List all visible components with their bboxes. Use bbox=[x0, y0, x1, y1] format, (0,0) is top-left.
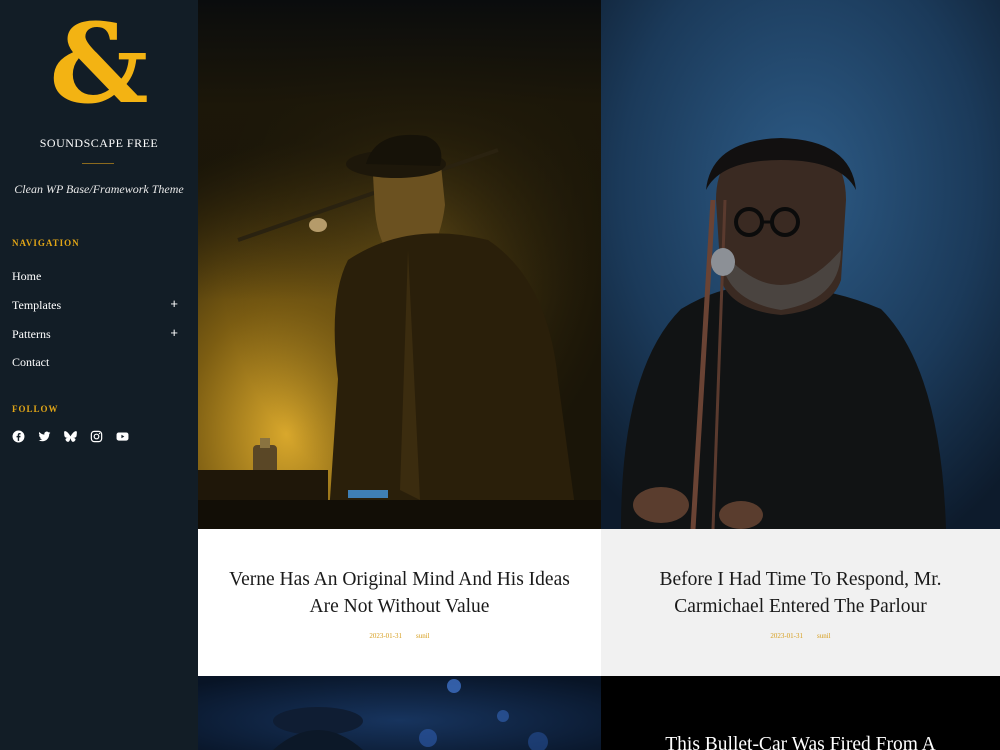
post-image-guitarist[interactable] bbox=[198, 0, 601, 529]
bluesky-icon[interactable] bbox=[64, 430, 77, 443]
post-card-2: Before I Had Time To Respond, Mr. Carmic… bbox=[601, 529, 1000, 676]
nav-item-label[interactable]: Patterns bbox=[12, 327, 51, 341]
main-navigation: Home Templates + Patterns + Contact bbox=[12, 268, 182, 383]
post-author[interactable]: sunil bbox=[817, 632, 831, 640]
instagram-icon[interactable] bbox=[90, 430, 103, 443]
post-author[interactable]: sunil bbox=[416, 632, 430, 640]
navigation-heading: NAVIGATION bbox=[12, 238, 80, 248]
post-date[interactable]: 2023-01-31 bbox=[369, 632, 402, 640]
post-title[interactable]: This Bullet-Car Was Fired From A bbox=[601, 733, 1000, 750]
submenu-toggle-icon[interactable]: + bbox=[170, 296, 178, 312]
submenu-toggle-icon[interactable]: + bbox=[170, 325, 178, 341]
twitter-icon[interactable] bbox=[38, 430, 51, 443]
facebook-icon[interactable] bbox=[12, 430, 25, 443]
post-image-bokeh[interactable] bbox=[198, 676, 601, 750]
nav-item-contact[interactable]: Contact bbox=[12, 354, 182, 383]
nav-item-home[interactable]: Home bbox=[12, 268, 182, 297]
nav-item-patterns[interactable]: Patterns + bbox=[12, 325, 182, 355]
site-tagline: Clean WP Base/Framework Theme bbox=[14, 182, 184, 196]
site-title[interactable]: SOUNDSCAPE FREE bbox=[0, 136, 198, 151]
site-logo[interactable]: & bbox=[0, 8, 198, 120]
post-meta: 2023-01-31 sunil bbox=[198, 632, 601, 640]
title-divider bbox=[82, 163, 114, 164]
post-meta: 2023-01-31 sunil bbox=[601, 632, 1000, 640]
post-title[interactable]: Verne Has An Original Mind And His Ideas… bbox=[198, 566, 601, 620]
nav-item-templates[interactable]: Templates + bbox=[12, 296, 182, 326]
sidebar: & SOUNDSCAPE FREE Clean WP Base/Framewor… bbox=[0, 0, 198, 750]
youtube-icon[interactable] bbox=[116, 430, 129, 443]
social-links bbox=[12, 430, 129, 443]
nav-item-label[interactable]: Home bbox=[12, 269, 41, 283]
post-image-singer[interactable] bbox=[601, 0, 1000, 529]
post-title[interactable]: Before I Had Time To Respond, Mr. Carmic… bbox=[601, 566, 1000, 620]
post-card-1: Verne Has An Original Mind And His Ideas… bbox=[198, 529, 601, 676]
nav-item-label[interactable]: Contact bbox=[12, 355, 49, 369]
nav-item-label[interactable]: Templates bbox=[12, 298, 61, 312]
follow-heading: FOLLOW bbox=[12, 404, 59, 414]
post-date[interactable]: 2023-01-31 bbox=[770, 632, 803, 640]
